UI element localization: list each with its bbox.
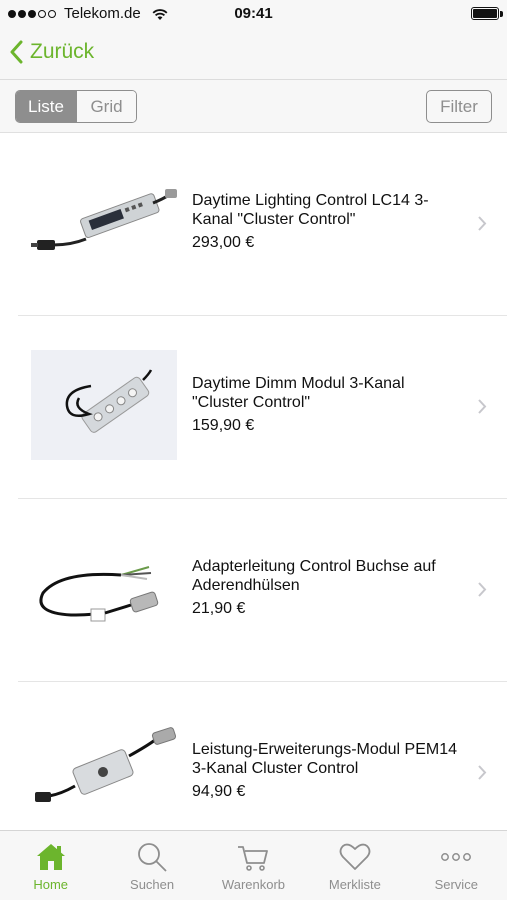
tab-service[interactable]: Service	[406, 831, 507, 900]
product-price: 159,90 €	[192, 417, 255, 434]
home-icon	[36, 844, 65, 870]
list-item[interactable]: Daytime Lighting Control LC14 3-Kanal "C…	[0, 133, 507, 316]
product-price: 21,90 €	[192, 600, 246, 617]
product-text: Leistung-Erweiterungs-Modul PEM14 3-Kana…	[192, 740, 462, 801]
status-bar: Telekom.de 09:41	[0, 0, 507, 28]
tab-label: Suchen	[130, 877, 175, 892]
back-button[interactable]: Zurück	[10, 40, 94, 64]
list-item[interactable]: Leistung-Erweiterungs-Modul PEM14 3-Kana…	[0, 682, 507, 830]
battery-icon	[471, 7, 499, 20]
product-text: Daytime Lighting Control LC14 3-Kanal "C…	[192, 191, 462, 252]
battery-tip	[500, 11, 503, 17]
navigation-bar: Zurück	[0, 28, 507, 80]
adapter-cable-image	[39, 566, 159, 622]
search-icon	[138, 843, 167, 872]
product-name: Adapterleitung Control Buchse auf Aderen…	[192, 558, 436, 594]
list-item[interactable]: Daytime Dimm Modul 3-Kanal "Cluster Cont…	[0, 316, 507, 499]
chevron-right-icon	[478, 765, 487, 780]
chevron-left-icon	[10, 40, 23, 64]
tab-search[interactable]: Suchen	[101, 831, 202, 900]
dimm-module-image	[31, 350, 177, 460]
tab-wishlist[interactable]: Merkliste	[304, 831, 405, 900]
product-name: Daytime Dimm Modul 3-Kanal "Cluster Cont…	[192, 375, 405, 411]
back-label: Zurück	[30, 40, 95, 63]
tab-label: Warenkorb	[221, 877, 286, 892]
chevron-right-icon	[478, 216, 487, 231]
filter-button[interactable]: Filter	[426, 90, 492, 123]
heart-icon	[339, 843, 371, 870]
product-list: Daytime Lighting Control LC14 3-Kanal "C…	[0, 133, 507, 830]
product-price: 293,00 €	[192, 234, 255, 251]
product-name: Daytime Lighting Control LC14 3-Kanal "C…	[192, 192, 429, 228]
segment-liste[interactable]: Liste	[16, 91, 76, 122]
product-text: Adapterleitung Control Buchse auf Aderen…	[192, 557, 462, 618]
status-time: 09:41	[234, 5, 273, 22]
tab-label: Merkliste	[328, 877, 381, 892]
cart-icon	[238, 846, 269, 871]
tab-label: Service	[434, 877, 478, 892]
view-mode-segmented-control: Liste Grid	[15, 90, 137, 123]
more-icon	[441, 853, 472, 861]
product-text: Daytime Dimm Modul 3-Kanal "Cluster Cont…	[192, 374, 462, 435]
tab-home[interactable]: Home	[0, 831, 101, 900]
chevron-right-icon	[478, 399, 487, 414]
extension-module-image	[35, 727, 177, 802]
controller-device-image	[31, 189, 177, 250]
segment-grid[interactable]: Grid	[76, 91, 136, 122]
list-item[interactable]: Adapterleitung Control Buchse auf Aderen…	[0, 499, 507, 682]
product-name: Leistung-Erweiterungs-Modul PEM14 3-Kana…	[192, 741, 458, 777]
tab-bar: Home Suchen Warenkorb Merkliste Service	[0, 830, 507, 900]
list-toolbar: Liste Grid Filter	[0, 80, 507, 133]
tab-cart[interactable]: Warenkorb	[203, 831, 304, 900]
product-price: 94,90 €	[192, 783, 246, 800]
chevron-right-icon	[478, 582, 487, 597]
tab-label: Home	[33, 877, 69, 892]
